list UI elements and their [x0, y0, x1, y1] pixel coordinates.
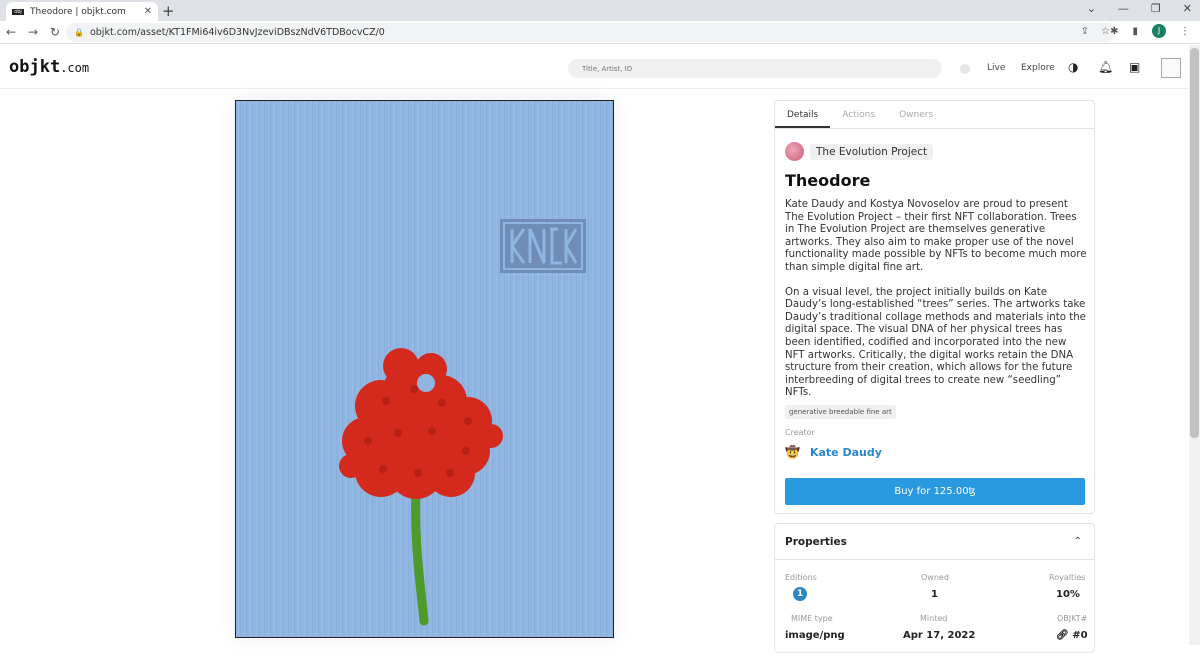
royalties-label: Royalties	[1049, 573, 1086, 582]
close-window-icon[interactable]: ✕	[1183, 2, 1192, 15]
editions-badge: 1	[793, 587, 807, 601]
share-icon[interactable]: ⇪	[1081, 26, 1089, 37]
project-name: The Evolution Project	[810, 143, 934, 160]
tab-details[interactable]: Details	[775, 101, 831, 128]
lock-icon[interactable]: 🔒	[74, 28, 84, 37]
objkt-label: OBJKT#	[1057, 614, 1088, 623]
royalties-value: 10%	[1056, 589, 1080, 600]
chrome-menu-icon[interactable]: ⋮	[1180, 26, 1190, 37]
minimize-icon[interactable]: —	[1118, 2, 1129, 15]
artwork-description: Kate Daudy and Kostya Novoselov are prou…	[785, 199, 1087, 412]
tab-title: Theodore | objkt.com	[30, 6, 126, 17]
url-text: objkt.com/asset/KT1FMi64iv6D3NvJzeviDBsz…	[89, 27, 385, 38]
browser-tab[interactable]: obj Theodore | objkt.com ✕	[6, 2, 158, 21]
tab-search-icon[interactable]: ⌄	[1087, 2, 1096, 15]
tab-owners[interactable]: Owners	[887, 101, 945, 128]
artwork-image[interactable]	[235, 100, 614, 638]
extensions-icon[interactable]: ✱	[1110, 26, 1118, 37]
url-omnibox[interactable]: 🔒 objkt.com/asset/KT1FMi64iv6D3NvJzeviDB…	[66, 23, 1116, 42]
side-panel-icon[interactable]: ▮	[1132, 26, 1138, 37]
logo-suffix: .com	[60, 61, 90, 75]
mime-value: image/png	[785, 630, 845, 641]
creator-link[interactable]: 🤠 Kate Daudy	[785, 445, 882, 459]
properties-title: Properties	[785, 535, 847, 548]
forward-icon[interactable]: →	[22, 25, 44, 39]
search-input[interactable]	[568, 59, 942, 78]
project-chip[interactable]: The Evolution Project	[785, 142, 934, 161]
profile-avatar[interactable]: J	[1152, 24, 1166, 38]
artwork-title: Theodore	[785, 171, 871, 190]
nav-live-link[interactable]: Live	[987, 63, 1005, 73]
link-icon: 🔗︎	[1056, 630, 1073, 641]
theme-toggle-icon[interactable]: ◑	[1068, 60, 1078, 74]
site-logo[interactable]: objkt.com	[9, 57, 89, 77]
back-icon[interactable]: ←	[0, 25, 22, 39]
objkt-number: #0	[1072, 630, 1088, 641]
restore-icon[interactable]: ❐	[1151, 2, 1161, 15]
buy-button[interactable]: Buy for 125.00ꜩ	[785, 478, 1085, 505]
tag-chip[interactable]: generative breedable fine art	[785, 405, 896, 419]
creator-name: Kate Daudy	[809, 445, 882, 459]
minted-value: Apr 17, 2022	[903, 630, 976, 641]
description-paragraph: On a visual level, the project initially…	[785, 286, 1086, 399]
user-avatar[interactable]	[1161, 58, 1181, 78]
artist-stamp-icon	[500, 219, 586, 273]
details-panel: Details Actions Owners The Evolution Pro…	[774, 100, 1095, 514]
bell-icon[interactable]: 🔔︎	[1098, 60, 1113, 74]
editions-label: Editions	[785, 573, 817, 582]
window-controls: ⌄ — ❐ ✕	[1087, 2, 1192, 15]
minted-label: Minted	[920, 614, 948, 623]
artwork-svg	[236, 101, 613, 637]
nav-explore-link[interactable]: Explore	[1021, 63, 1055, 73]
browser-tabstrip: obj Theodore | objkt.com ✕ + ⌄ — ❐ ✕	[0, 0, 1200, 21]
address-bar: ← → ↻ 🔒 objkt.com/asset/KT1FMi64iv6D3NvJ…	[0, 21, 1200, 44]
tab-actions[interactable]: Actions	[830, 101, 887, 128]
owned-label: Owned	[921, 573, 949, 582]
panel-tabs: Details Actions Owners	[775, 101, 1094, 129]
chevron-up-icon[interactable]: ⌃	[1074, 536, 1082, 547]
description-paragraph: Kate Daudy and Kostya Novoselov are prou…	[785, 199, 1087, 273]
site-header: objkt.com Live Explore ◑ 🔔︎ ▣	[0, 45, 1190, 89]
flower-gap	[417, 374, 435, 392]
reload-icon[interactable]: ↻	[44, 25, 66, 39]
new-tab-icon[interactable]: +	[162, 2, 175, 20]
logo-main: objkt	[9, 57, 61, 77]
project-avatar	[785, 142, 804, 161]
owned-value: 1	[931, 589, 938, 600]
editions-value: 1	[793, 587, 807, 601]
site-favicon-icon: obj	[12, 8, 24, 15]
live-indicator-icon	[960, 64, 970, 74]
mime-label: MIME type	[791, 614, 833, 623]
properties-panel: Properties ⌃ Editions 1 Owned 1 Royaltie…	[774, 523, 1095, 653]
close-tab-icon[interactable]: ✕	[144, 6, 152, 17]
bookmark-star-icon[interactable]: ☆	[1101, 26, 1110, 37]
properties-header[interactable]: Properties ⌃	[775, 524, 1094, 560]
creator-avatar-icon: 🤠	[785, 445, 800, 459]
scrollbar-thumb[interactable]	[1190, 48, 1199, 438]
creator-label: Creator	[785, 428, 815, 437]
wallet-icon[interactable]: ▣	[1129, 60, 1140, 74]
objkt-value[interactable]: 🔗︎ #0	[1056, 630, 1088, 641]
